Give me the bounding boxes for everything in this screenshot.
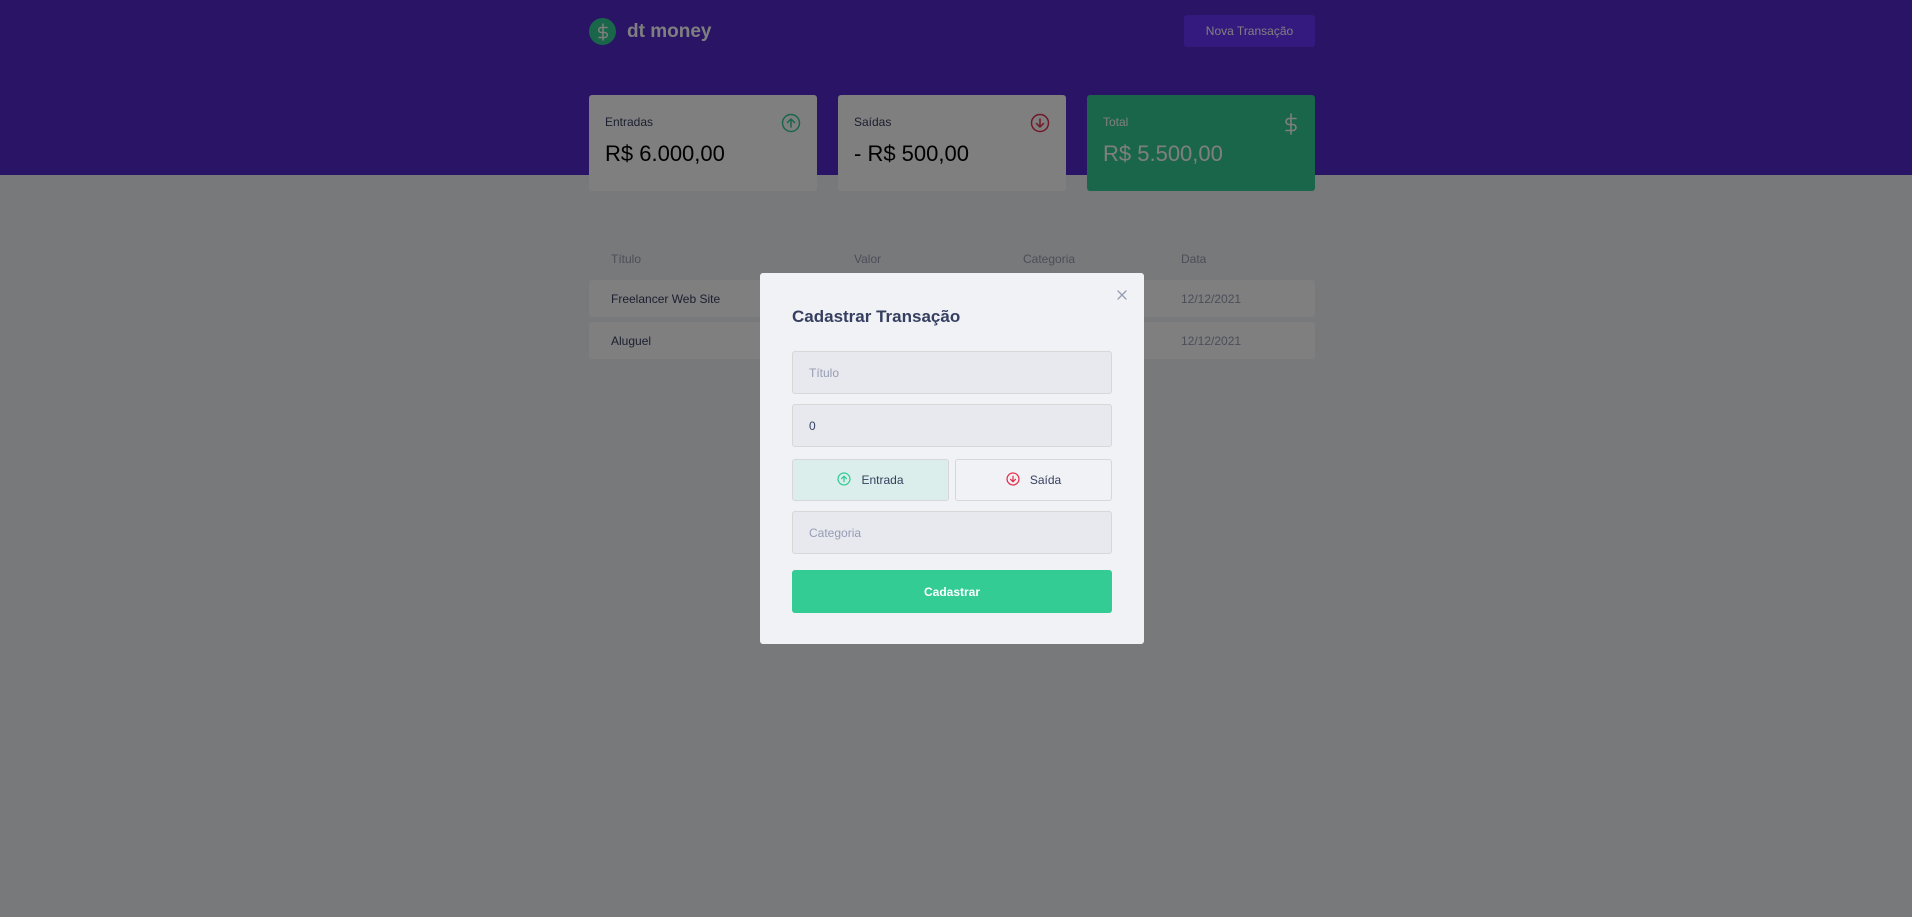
modal-title: Cadastrar Transação	[792, 307, 961, 326]
withdraw-label: Saída	[1029, 473, 1062, 487]
title-input[interactable]	[792, 351, 1112, 394]
deposit-type-button[interactable]: Entrada	[792, 459, 949, 501]
category-input[interactable]	[792, 511, 1112, 554]
arrow-down-circle-icon	[1006, 471, 1020, 489]
submit-button[interactable]: Cadastrar	[792, 570, 1112, 613]
close-icon[interactable]	[1114, 287, 1130, 303]
arrow-up-circle-icon	[837, 471, 852, 489]
new-transaction-modal: Cadastrar Transação Entrada Saída Cadast…	[760, 273, 1144, 644]
deposit-label: Entrada	[861, 473, 904, 487]
withdraw-type-button[interactable]: Saída	[955, 459, 1112, 501]
amount-input[interactable]	[792, 404, 1112, 447]
